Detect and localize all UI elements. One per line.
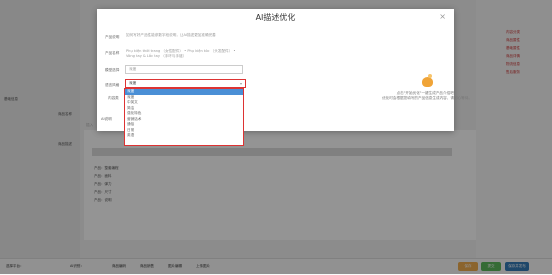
rocket-icon (421, 74, 433, 87)
field-label: 模型选择 (105, 68, 120, 72)
field-label: 产品说明 (105, 35, 120, 39)
field-label: 产品名称 (105, 51, 120, 55)
select-value: 深度 (129, 81, 137, 85)
dialog-title: AI描述优化 (255, 13, 296, 22)
empty-state-line: 优化时会根据您填写的产品信息生成内容，请耐心等待。 (382, 96, 472, 100)
dropdown-list: 深度 深度 中英文 简洁 强化特色 营销话术 通俗 日常 英语 (124, 88, 244, 146)
model-select[interactable]: 深度 (125, 65, 243, 74)
close-icon[interactable]: × (439, 12, 446, 21)
empty-state: 点击"开始优化"一键生成产品介绍吧！ 优化时会根据您填写的产品信息生成内容，请耐… (352, 72, 502, 101)
language-style-select[interactable]: 深度 ▾ (125, 79, 246, 88)
product-name-text: Phụ kiện thời trang （女性配件） • Phụ kiện tó… (126, 49, 236, 58)
field-label: 语言风格 (105, 83, 120, 87)
field-label: 插入 (86, 123, 94, 127)
field-label: 内容类 (108, 96, 119, 100)
field-label: AI说明 (101, 117, 112, 121)
field-help-text: 如何写好产品性能参数字段说明，让AI描述更加准确完善 (126, 33, 216, 37)
dropdown-option[interactable]: 英语 (125, 133, 243, 139)
chevron-down-icon: ▾ (239, 81, 242, 86)
